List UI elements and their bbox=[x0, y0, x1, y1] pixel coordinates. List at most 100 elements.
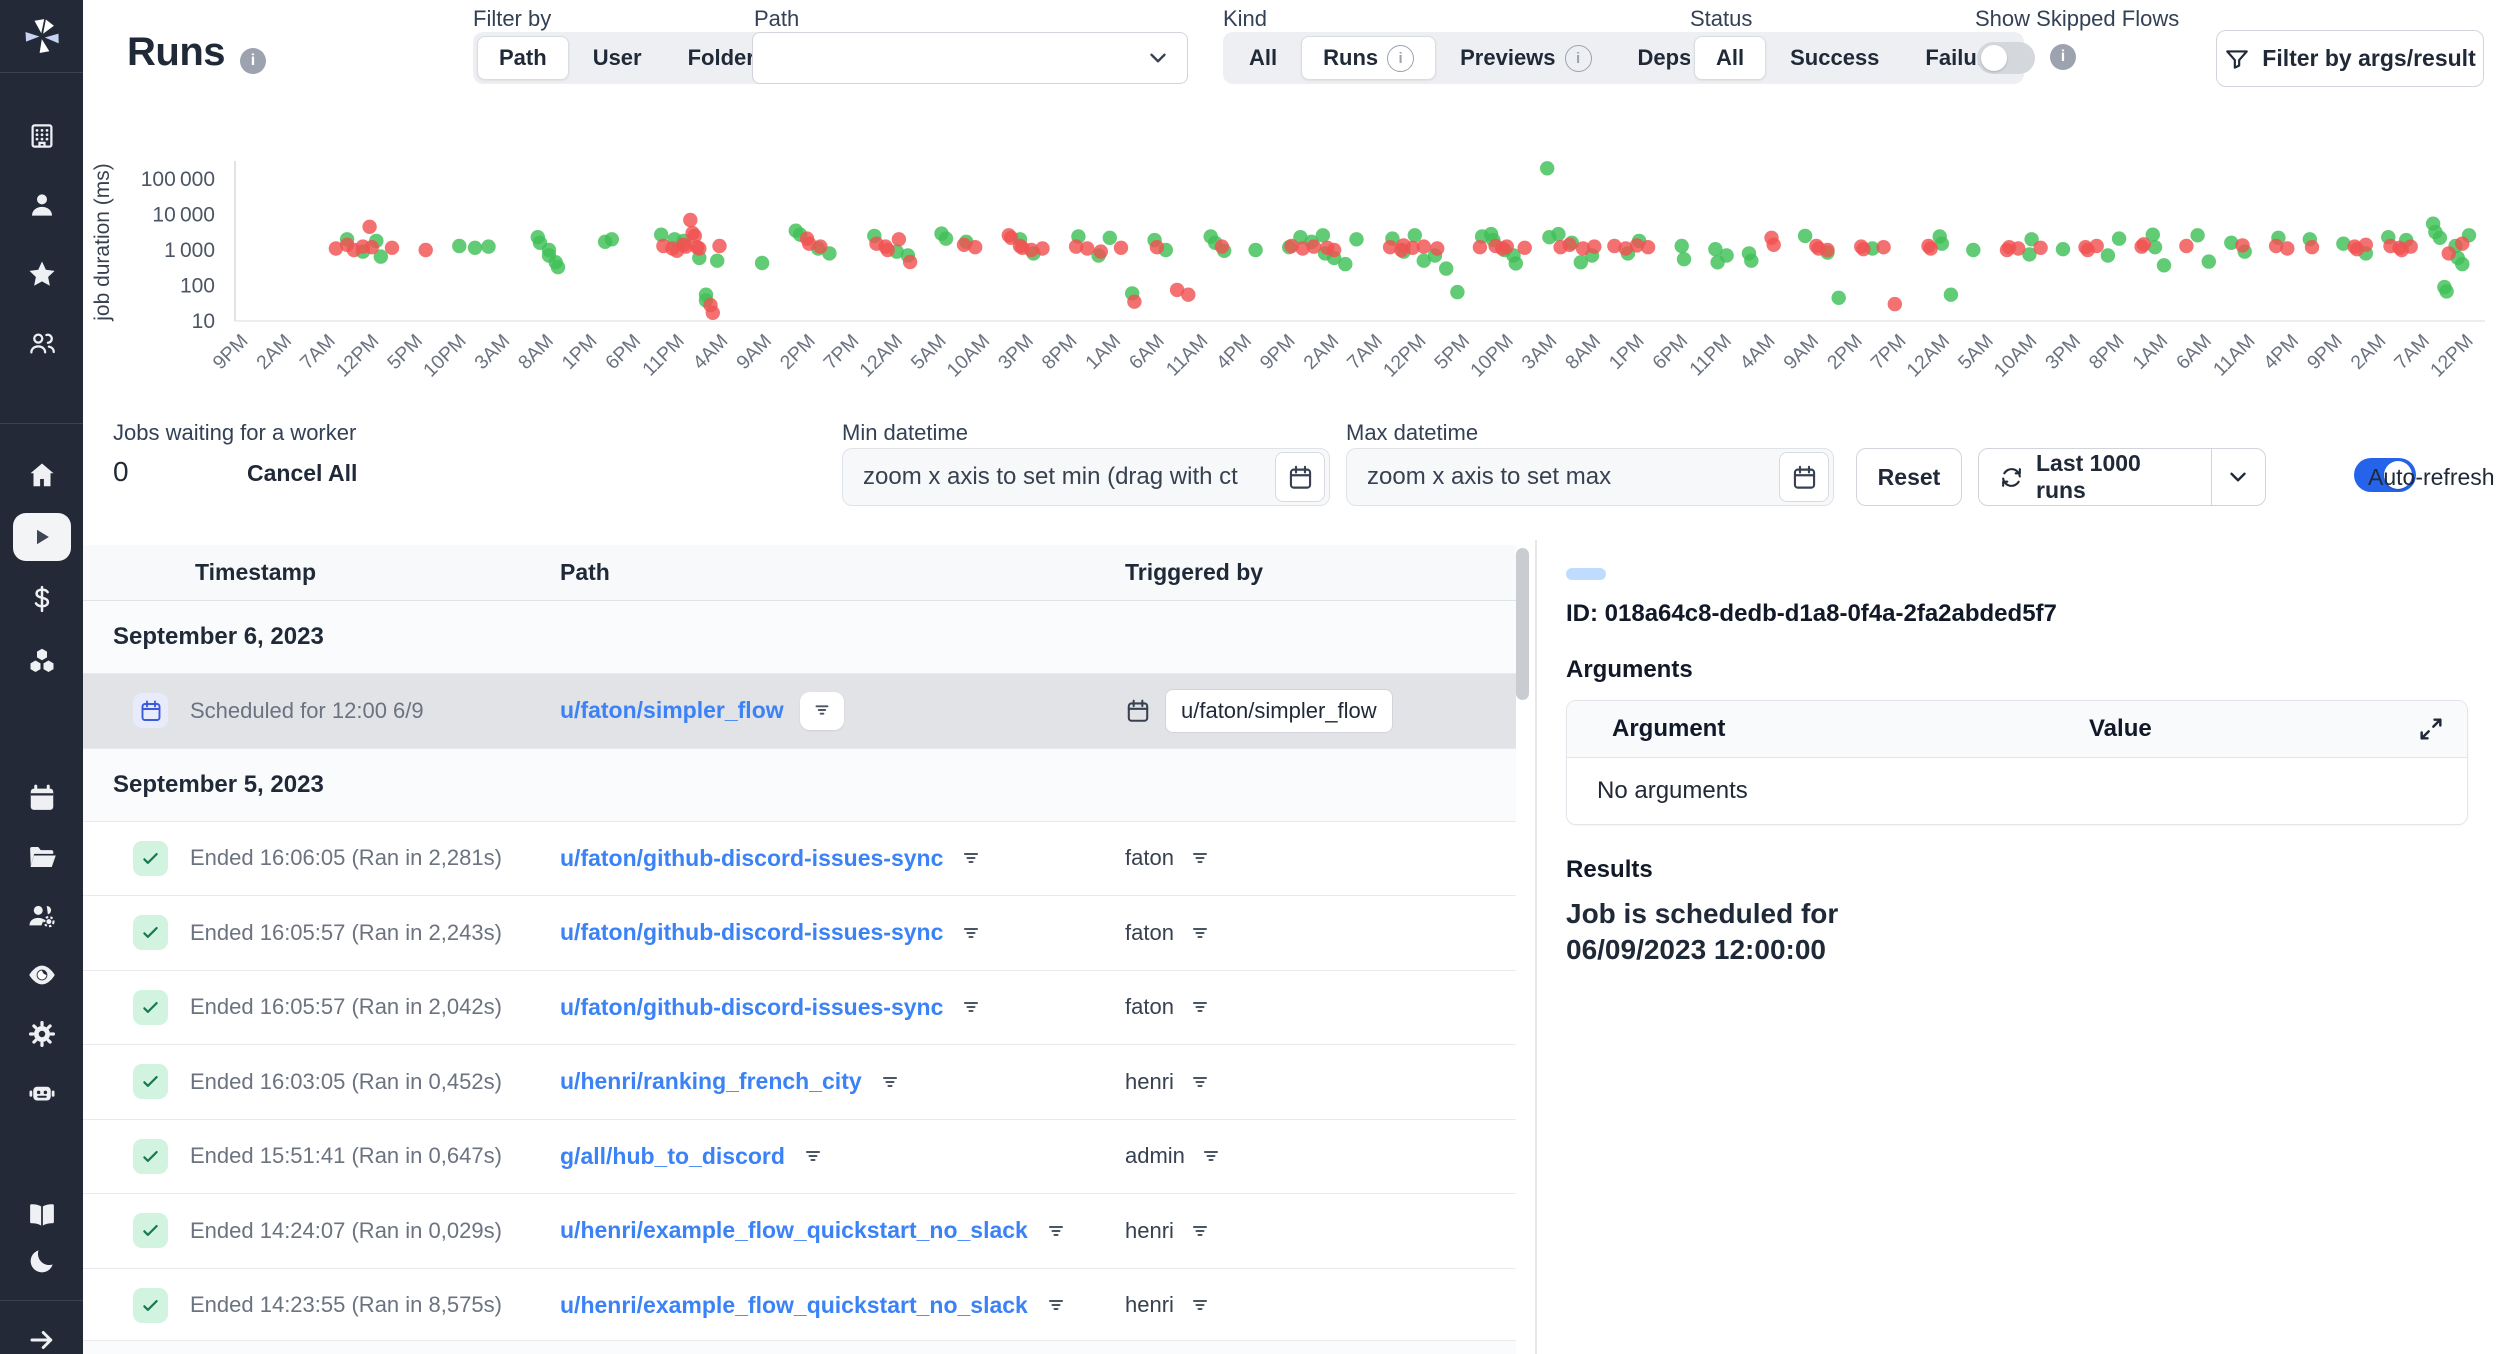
run-point-failure[interactable] bbox=[1587, 239, 1601, 253]
sidebar-item-star[interactable] bbox=[0, 239, 83, 308]
run-point-success[interactable] bbox=[1316, 228, 1330, 242]
run-point-failure[interactable] bbox=[1430, 241, 1444, 255]
filter-by-user-icon[interactable] bbox=[1188, 921, 1212, 945]
run-point-success[interactable] bbox=[1944, 288, 1958, 302]
run-path-link[interactable]: u/henri/example_flow_quickstart_no_slack bbox=[560, 1292, 1028, 1319]
run-point-success[interactable] bbox=[481, 239, 495, 253]
run-point-success[interactable] bbox=[1832, 291, 1846, 305]
run-point-success[interactable] bbox=[551, 260, 565, 274]
sidebar-item-users-gear[interactable] bbox=[0, 886, 83, 945]
run-point-failure[interactable] bbox=[1562, 238, 1576, 252]
sidebar-item-dollar[interactable] bbox=[0, 568, 83, 630]
run-point-success[interactable] bbox=[1439, 261, 1453, 275]
run-point-failure[interactable] bbox=[1888, 297, 1902, 311]
runs-duration-chart[interactable]: job duration (ms)100 00010 0001 00010010… bbox=[83, 92, 2500, 407]
run-point-failure[interactable] bbox=[1876, 240, 1890, 254]
run-point-success[interactable] bbox=[1719, 248, 1733, 262]
run-path-link[interactable]: u/faton/github-discord-issues-sync bbox=[560, 845, 943, 872]
run-point-failure[interactable] bbox=[362, 220, 376, 234]
table-row[interactable]: Ended 15:51:41 (Ran in 0,647s)g/all/hub_… bbox=[83, 1120, 1516, 1195]
info-icon[interactable]: i bbox=[1387, 45, 1414, 72]
run-point-failure[interactable] bbox=[968, 240, 982, 254]
table-row[interactable]: Ended 16:03:05 (Ran in 0,452s)u/henri/ra… bbox=[83, 1045, 1516, 1120]
run-point-failure[interactable] bbox=[1307, 239, 1321, 253]
info-icon[interactable]: i bbox=[1565, 45, 1592, 72]
run-point-failure[interactable] bbox=[2179, 239, 2193, 253]
run-point-failure[interactable] bbox=[2235, 238, 2249, 252]
status-success-button[interactable]: Success bbox=[1768, 36, 1901, 80]
table-row[interactable]: Ended 16:05:57 (Ran in 2,042s)u/faton/gi… bbox=[83, 971, 1516, 1046]
runs-info-icon[interactable]: i bbox=[240, 48, 266, 74]
sidebar-item-moon[interactable] bbox=[0, 1238, 83, 1284]
run-point-success[interactable] bbox=[2056, 242, 2070, 256]
kind-all-button[interactable]: All bbox=[1227, 36, 1299, 80]
run-point-success[interactable] bbox=[1798, 229, 1812, 243]
run-point-failure[interactable] bbox=[2137, 237, 2151, 251]
path-select[interactable] bbox=[752, 32, 1188, 84]
run-point-success[interactable] bbox=[1248, 243, 1262, 257]
run-point-failure[interactable] bbox=[1094, 244, 1108, 258]
run-point-success[interactable] bbox=[2157, 258, 2171, 272]
expand-icon[interactable] bbox=[2417, 715, 2445, 743]
run-point-failure[interactable] bbox=[712, 239, 726, 253]
run-path-link[interactable]: u/faton/simpler_flow bbox=[560, 697, 784, 724]
schedule-chip[interactable]: u/faton/simpler_flow bbox=[1165, 689, 1393, 733]
reset-button[interactable]: Reset bbox=[1856, 448, 1962, 506]
run-point-success[interactable] bbox=[1551, 227, 1565, 241]
run-point-failure[interactable] bbox=[2033, 241, 2047, 255]
table-row[interactable]: Ended 14:23:55 (Ran in 8,575s)u/henri/ex… bbox=[83, 1269, 1516, 1344]
windmill-logo-icon[interactable] bbox=[0, 0, 83, 73]
run-point-success[interactable] bbox=[2433, 231, 2447, 245]
run-point-failure[interactable] bbox=[1924, 241, 1938, 255]
run-point-failure[interactable] bbox=[2011, 241, 2025, 255]
run-point-success[interactable] bbox=[452, 239, 466, 253]
table-scrollbar[interactable] bbox=[1516, 548, 1529, 700]
sidebar-item-building[interactable] bbox=[0, 101, 83, 170]
run-point-failure[interactable] bbox=[881, 243, 895, 257]
filter-by-path-icon[interactable] bbox=[1044, 1219, 1068, 1243]
filter-by-path-icon[interactable] bbox=[801, 1144, 825, 1168]
run-point-failure[interactable] bbox=[2404, 239, 2418, 253]
cancel-all-button[interactable]: Cancel All bbox=[247, 460, 357, 487]
run-point-failure[interactable] bbox=[1767, 238, 1781, 252]
filter-by-user-icon[interactable] bbox=[1188, 1293, 1212, 1317]
run-point-failure[interactable] bbox=[419, 243, 433, 257]
sidebar-item-book-open[interactable] bbox=[0, 1192, 83, 1238]
run-point-failure[interactable] bbox=[1500, 239, 1514, 253]
run-point-failure[interactable] bbox=[1215, 239, 1229, 253]
run-point-success[interactable] bbox=[710, 254, 724, 268]
run-point-failure[interactable] bbox=[2455, 237, 2469, 251]
filter-by-user-button[interactable]: User bbox=[571, 36, 664, 80]
run-point-failure[interactable] bbox=[903, 255, 917, 269]
filter-args-button[interactable]: Filter by args/result bbox=[2216, 30, 2484, 87]
sidebar-item-users[interactable] bbox=[0, 308, 83, 377]
run-point-failure[interactable] bbox=[1856, 242, 1870, 256]
run-point-failure[interactable] bbox=[1417, 239, 1431, 253]
filter-by-path-button[interactable]: Path bbox=[477, 36, 569, 80]
table-row[interactable]: Ended 16:06:05 (Ran in 2,281s)u/faton/gi… bbox=[83, 822, 1516, 897]
run-point-success[interactable] bbox=[1677, 252, 1691, 266]
run-point-success[interactable] bbox=[2101, 248, 2115, 262]
run-path-link[interactable]: g/all/hub_to_discord bbox=[560, 1143, 785, 1170]
sidebar-item-folder-open[interactable] bbox=[0, 827, 83, 886]
run-point-failure[interactable] bbox=[1114, 241, 1128, 255]
run-point-success[interactable] bbox=[1408, 228, 1422, 242]
run-point-failure[interactable] bbox=[892, 232, 906, 246]
run-point-failure[interactable] bbox=[1035, 241, 1049, 255]
run-point-success[interactable] bbox=[1509, 256, 1523, 270]
run-point-failure[interactable] bbox=[385, 241, 399, 255]
run-point-success[interactable] bbox=[605, 232, 619, 246]
min-datetime-input[interactable] bbox=[843, 463, 1275, 491]
filter-by-path-icon[interactable] bbox=[959, 995, 983, 1019]
run-point-success[interactable] bbox=[939, 231, 953, 245]
run-point-failure[interactable] bbox=[706, 306, 720, 320]
refresh-options-button[interactable] bbox=[2211, 449, 2265, 505]
sidebar-item-calendar[interactable] bbox=[0, 768, 83, 827]
max-datetime-calendar-button[interactable] bbox=[1779, 452, 1829, 502]
filter-by-user-icon[interactable] bbox=[1188, 1219, 1212, 1243]
filter-by-path-icon[interactable] bbox=[878, 1070, 902, 1094]
filter-by-user-icon[interactable] bbox=[1188, 995, 1212, 1019]
run-point-success[interactable] bbox=[2439, 284, 2453, 298]
sidebar-item-eye[interactable] bbox=[0, 945, 83, 1004]
filter-by-user-icon[interactable] bbox=[1188, 1070, 1212, 1094]
